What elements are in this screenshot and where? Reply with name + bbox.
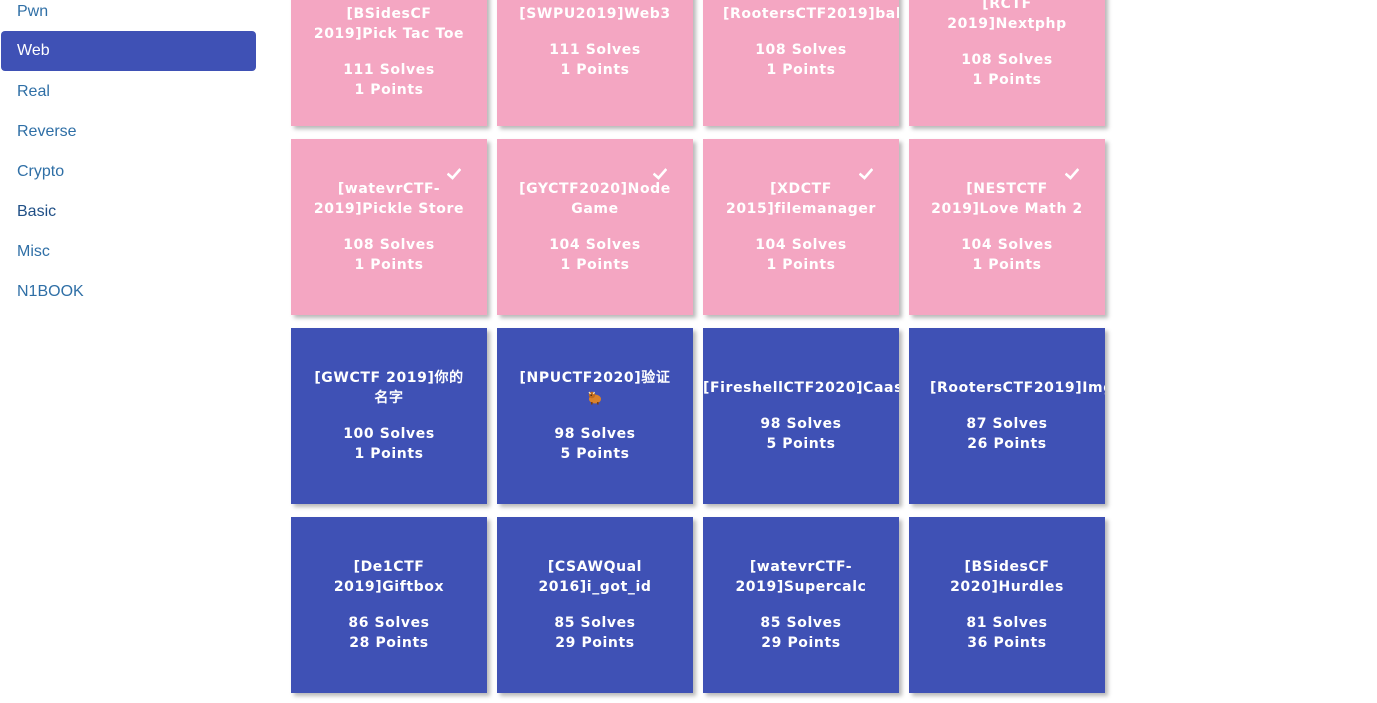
challenge-title: [GYCTF2020]Node Game — [519, 181, 671, 217]
challenge-solves: 111 Solves — [549, 41, 641, 58]
challenge-solves: 81 Solves — [966, 615, 1048, 631]
challenge-card[interactable]: [GWCTF 2019]你的名字 100 Solves 1 Points — [291, 328, 487, 504]
challenge-points: 29 Points — [761, 635, 841, 651]
challenge-card[interactable]: [FireshellCTF2020]Caas 98 Solves 5 Point… — [703, 328, 899, 504]
challenge-card[interactable]: [NPUCTF2020]验证 98 Solves 5 Points — [497, 328, 693, 504]
challenge-solves: 108 Solves — [343, 237, 435, 253]
challenge-title: [BSidesCF 2020]Hurdles — [950, 559, 1064, 595]
challenge-points: 29 Points — [555, 635, 635, 651]
challenge-solves: 108 Solves — [961, 51, 1053, 68]
challenge-title: [CSAWQual 2016]i_got_id — [538, 559, 652, 595]
sidebar-item-real[interactable]: Real — [1, 72, 256, 112]
challenge-points: 1 Points — [972, 257, 1042, 273]
challenge-title: [BSidesCF 2019]Pick Tac Toe — [313, 6, 465, 43]
challenge-solves: 104 Solves — [961, 237, 1053, 253]
challenge-title: [NESTCTF 2019]Love Math 2 — [931, 181, 1083, 217]
challenge-points: 36 Points — [967, 635, 1047, 651]
sidebar-item-reverse[interactable]: Reverse — [1, 112, 256, 152]
challenge-title: [FireshellCTF2020]Caas — [703, 380, 899, 396]
challenge-card[interactable]: [SWPU2019]Web3 111 Solves 1 Points — [497, 0, 693, 126]
challenge-solves: 100 Solves — [343, 426, 435, 442]
challenge-points: 5 Points — [766, 436, 836, 452]
sidebar-item-crypto[interactable]: Crypto — [1, 152, 256, 192]
challenge-solves: 87 Solves — [966, 416, 1048, 432]
sidebar-item-pwn[interactable]: Pwn — [1, 0, 256, 32]
challenge-points: 1 Points — [560, 61, 630, 78]
challenge-title: [GWCTF 2019]你的名字 — [314, 370, 464, 406]
challenge-solves: 98 Solves — [760, 416, 842, 432]
challenge-solves: 98 Solves — [554, 426, 636, 442]
challenge-title: [RootersCTF2019]ImgXweb — [930, 380, 1105, 396]
challenge-points: 28 Points — [349, 635, 429, 651]
challenge-points: 26 Points — [967, 436, 1047, 452]
sidebar-item-n1book[interactable]: N1BOOK — [1, 272, 256, 312]
challenge-solves: 111 Solves — [343, 62, 435, 79]
challenge-card[interactable]: [RootersCTF2019]babyWeb 108 Solves 1 Poi… — [703, 0, 899, 126]
challenge-points: 1 Points — [354, 257, 424, 273]
challenge-points: 1 Points — [354, 446, 424, 462]
challenge-points: 1 Points — [972, 71, 1042, 88]
sidebar-item-misc[interactable]: Misc — [1, 232, 256, 272]
challenge-solves: 86 Solves — [348, 615, 430, 631]
challenge-solves: 108 Solves — [755, 41, 847, 58]
challenge-card[interactable]: [watevrCTF-2019]Supercalc 85 Solves 29 P… — [703, 517, 899, 693]
challenge-solves: 85 Solves — [760, 615, 842, 631]
challenge-card[interactable]: [watevrCTF-2019]Pickle Store 108 Solves … — [291, 139, 487, 315]
challenge-points: 1 Points — [766, 61, 836, 78]
challenge-points: 1 Points — [354, 82, 424, 99]
challenge-solves: 104 Solves — [755, 237, 847, 253]
challenge-card[interactable]: [BSidesCF 2020]Hurdles 81 Solves 36 Poin… — [909, 517, 1105, 693]
challenge-title: [watevrCTF-2019]Pickle Store — [313, 181, 465, 217]
challenge-title: [RootersCTF2019]babyWeb — [723, 5, 899, 22]
challenge-points: 5 Points — [560, 446, 630, 462]
challenge-title: [watevrCTF-2019]Supercalc — [735, 559, 867, 595]
challenge-card[interactable]: [RCTF 2019]Nextphp 108 Solves 1 Points — [909, 0, 1105, 126]
sidebar-item-basic[interactable]: Basic — [1, 192, 256, 232]
sidebar-item-web[interactable]: Web — [1, 31, 256, 71]
challenge-solves: 85 Solves — [554, 615, 636, 631]
challenge-title: [De1CTF 2019]Giftbox — [333, 559, 445, 595]
challenge-card[interactable]: [De1CTF 2019]Giftbox 86 Solves 28 Points — [291, 517, 487, 693]
challenge-title: [SWPU2019]Web3 — [519, 5, 671, 22]
challenge-title: [NPUCTF2020]验证 — [515, 368, 675, 408]
bull-emoji-icon — [588, 391, 601, 405]
challenge-title: [XDCTF 2015]filemanager — [725, 181, 877, 217]
challenge-card[interactable]: [BSidesCF 2019]Pick Tac Toe 111 Solves 1… — [291, 0, 487, 126]
challenge-card[interactable]: [RootersCTF2019]ImgXweb 87 Solves 26 Poi… — [909, 328, 1105, 504]
challenge-card[interactable]: [NESTCTF 2019]Love Math 2 104 Solves 1 P… — [909, 139, 1105, 315]
challenge-title: [RCTF 2019]Nextphp — [947, 0, 1067, 32]
challenge-points: 1 Points — [560, 257, 630, 273]
challenge-card[interactable]: [XDCTF 2015]filemanager 104 Solves 1 Poi… — [703, 139, 899, 315]
challenge-card[interactable]: [CSAWQual 2016]i_got_id 85 Solves 29 Poi… — [497, 517, 693, 693]
challenge-card[interactable]: [GYCTF2020]Node Game 104 Solves 1 Points — [497, 139, 693, 315]
challenge-solves: 104 Solves — [549, 237, 641, 253]
challenge-points: 1 Points — [766, 257, 836, 273]
